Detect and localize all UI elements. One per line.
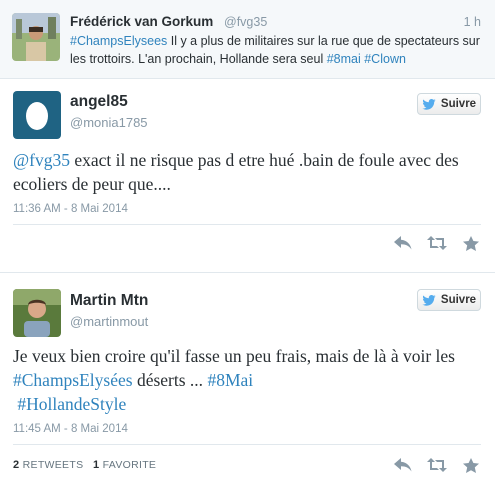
parent-tweet: Frédérick van Gorkum @fvg35 1 h #ChampsE… (0, 0, 495, 79)
author-name[interactable]: angel85 (70, 93, 128, 111)
hashtag-link[interactable]: #8Mai (207, 370, 253, 390)
hashtag-link[interactable]: #ChampsElysees (70, 34, 167, 48)
avatar[interactable] (13, 91, 61, 139)
hashtag-link[interactable]: #HollandeStyle (17, 394, 126, 414)
author-handle[interactable]: @monia1785 (70, 115, 148, 130)
hashtag-link[interactable]: #Clown (364, 52, 406, 66)
tweet-date[interactable]: 11:45 AM - 8 Mai 2014 (13, 423, 128, 435)
tweet-text-segment: déserts ... (132, 370, 208, 390)
retweet-icon[interactable] (427, 457, 447, 473)
reply-tweet: Martin Mtn @martinmout Suivre Je veux bi… (0, 274, 495, 479)
favorite-icon[interactable] (461, 235, 481, 251)
favorites-count: 1 (93, 459, 100, 471)
follow-button[interactable]: Suivre (417, 289, 481, 311)
tweet-stats: 2 RETWEETS 1 FAVORITE (13, 459, 156, 471)
follow-button[interactable]: Suivre (417, 93, 481, 115)
avatar[interactable] (13, 289, 61, 337)
author-handle[interactable]: @fvg35 (224, 15, 267, 29)
favorite-icon[interactable] (461, 457, 481, 473)
follow-label: Suivre (440, 294, 477, 306)
retweets-label: RETWEETS (22, 459, 84, 471)
reply-tweet: angel85 @monia1785 Suivre @fvg35 exact i… (0, 80, 495, 273)
tweet-time[interactable]: 1 h (464, 15, 481, 29)
favorites-stat[interactable]: 1 FAVORITE (93, 459, 156, 471)
divider (13, 444, 481, 445)
reply-icon[interactable] (393, 235, 413, 251)
follow-label: Suivre (440, 98, 477, 110)
tweet-text-segment: Je veux bien croire qu'il fasse un peu f… (13, 346, 455, 366)
favorites-label: FAVORITE (102, 459, 157, 471)
tweet-actions (393, 235, 481, 251)
retweets-count: 2 (13, 459, 20, 471)
tweet-date[interactable]: 11:36 AM - 8 Mai 2014 (13, 203, 128, 215)
mention-link[interactable]: @fvg35 (13, 150, 70, 170)
author-handle[interactable]: @martinmout (70, 314, 148, 329)
hashtag-link[interactable]: #ChampsElysées (13, 370, 133, 390)
author-name[interactable]: Martin Mtn (70, 292, 148, 310)
tweet-actions (393, 457, 481, 473)
tweet-text: #ChampsElysees Il y a plus de militaires… (70, 32, 480, 68)
twitter-bird-icon (422, 98, 436, 110)
twitter-bird-icon (422, 294, 436, 306)
avatar[interactable] (12, 13, 60, 61)
tweet-text: @fvg35 exact il ne risque pas d etre hué… (13, 148, 483, 196)
retweets-stat[interactable]: 2 RETWEETS (13, 459, 83, 471)
tweet-text-segment: exact il ne risque pas d etre hué .bain … (13, 150, 459, 194)
author-name[interactable]: Frédérick van Gorkum (70, 14, 213, 29)
divider (13, 224, 481, 225)
tweet-text: Je veux bien croire qu'il fasse un peu f… (13, 344, 483, 416)
hashtag-link[interactable]: #8mai (327, 52, 361, 66)
retweet-icon[interactable] (427, 235, 447, 251)
reply-icon[interactable] (393, 457, 413, 473)
